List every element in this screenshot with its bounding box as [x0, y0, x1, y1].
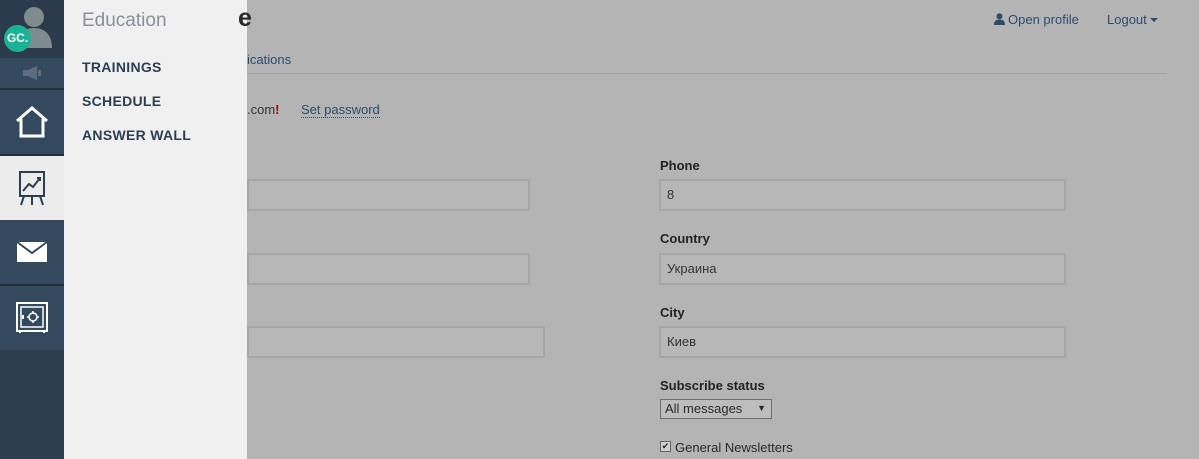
open-profile-label: Open profile: [1008, 12, 1079, 27]
city-field[interactable]: Киев: [659, 326, 1066, 358]
city-label: City: [660, 305, 685, 320]
tab-notifications[interactable]: ications: [247, 52, 291, 67]
subscribe-status-value: All messages: [665, 401, 743, 416]
nav-education[interactable]: [0, 156, 64, 220]
announcements-button[interactable]: [0, 58, 64, 88]
user-avatar[interactable]: GC.: [0, 0, 64, 58]
logout-dropdown[interactable]: Logout: [1107, 12, 1158, 27]
user-initials-badge: GC.: [4, 25, 31, 52]
rail-empty-area: [0, 350, 64, 459]
education-flyout-menu: Education TRAININGS SCHEDULE ANSWER WALL: [64, 0, 247, 459]
email-field[interactable]: [247, 326, 545, 358]
nav-messages[interactable]: [0, 220, 64, 284]
last-name-field[interactable]: [247, 253, 530, 285]
page-title: e: [238, 4, 252, 32]
tab-divider: [247, 73, 1167, 74]
flyout-link-schedule[interactable]: SCHEDULE: [82, 93, 161, 109]
person-icon: [994, 13, 1005, 25]
set-password-link[interactable]: Set password: [301, 102, 380, 118]
general-newsletters-label: General Newsletters: [675, 440, 793, 455]
flyout-link-answer-wall[interactable]: ANSWER WALL: [82, 127, 191, 143]
nav-home[interactable]: [0, 90, 64, 154]
country-field[interactable]: Украина: [659, 253, 1066, 285]
dropdown-arrow-icon: ▼: [757, 403, 766, 413]
nav-safe[interactable]: [0, 286, 64, 350]
open-profile-link[interactable]: Open profile: [994, 12, 1079, 27]
flyout-heading: Education: [82, 10, 167, 31]
email-display: .com!: [247, 102, 280, 117]
subscribe-status-select[interactable]: All messages ▼: [660, 399, 772, 419]
phone-label: Phone: [660, 158, 700, 173]
email-text: .com: [247, 102, 276, 117]
home-icon: [16, 106, 48, 138]
mail-icon: [16, 241, 48, 262]
logout-label: Logout: [1107, 12, 1147, 27]
subscribe-status-label: Subscribe status: [660, 378, 765, 393]
email-warning-icon: !: [275, 102, 280, 117]
caret-down-icon: [1149, 18, 1158, 22]
general-newsletters-checkbox[interactable]: ✔: [660, 441, 671, 452]
chart-easel-icon: [19, 171, 45, 206]
first-name-field[interactable]: [247, 179, 530, 211]
megaphone-icon: [23, 66, 41, 80]
flyout-link-trainings[interactable]: TRAININGS: [82, 59, 162, 75]
safe-icon: [16, 302, 48, 333]
left-nav-rail: GC.: [0, 0, 64, 459]
country-label: Country: [660, 231, 710, 246]
phone-field[interactable]: 8: [659, 179, 1066, 211]
